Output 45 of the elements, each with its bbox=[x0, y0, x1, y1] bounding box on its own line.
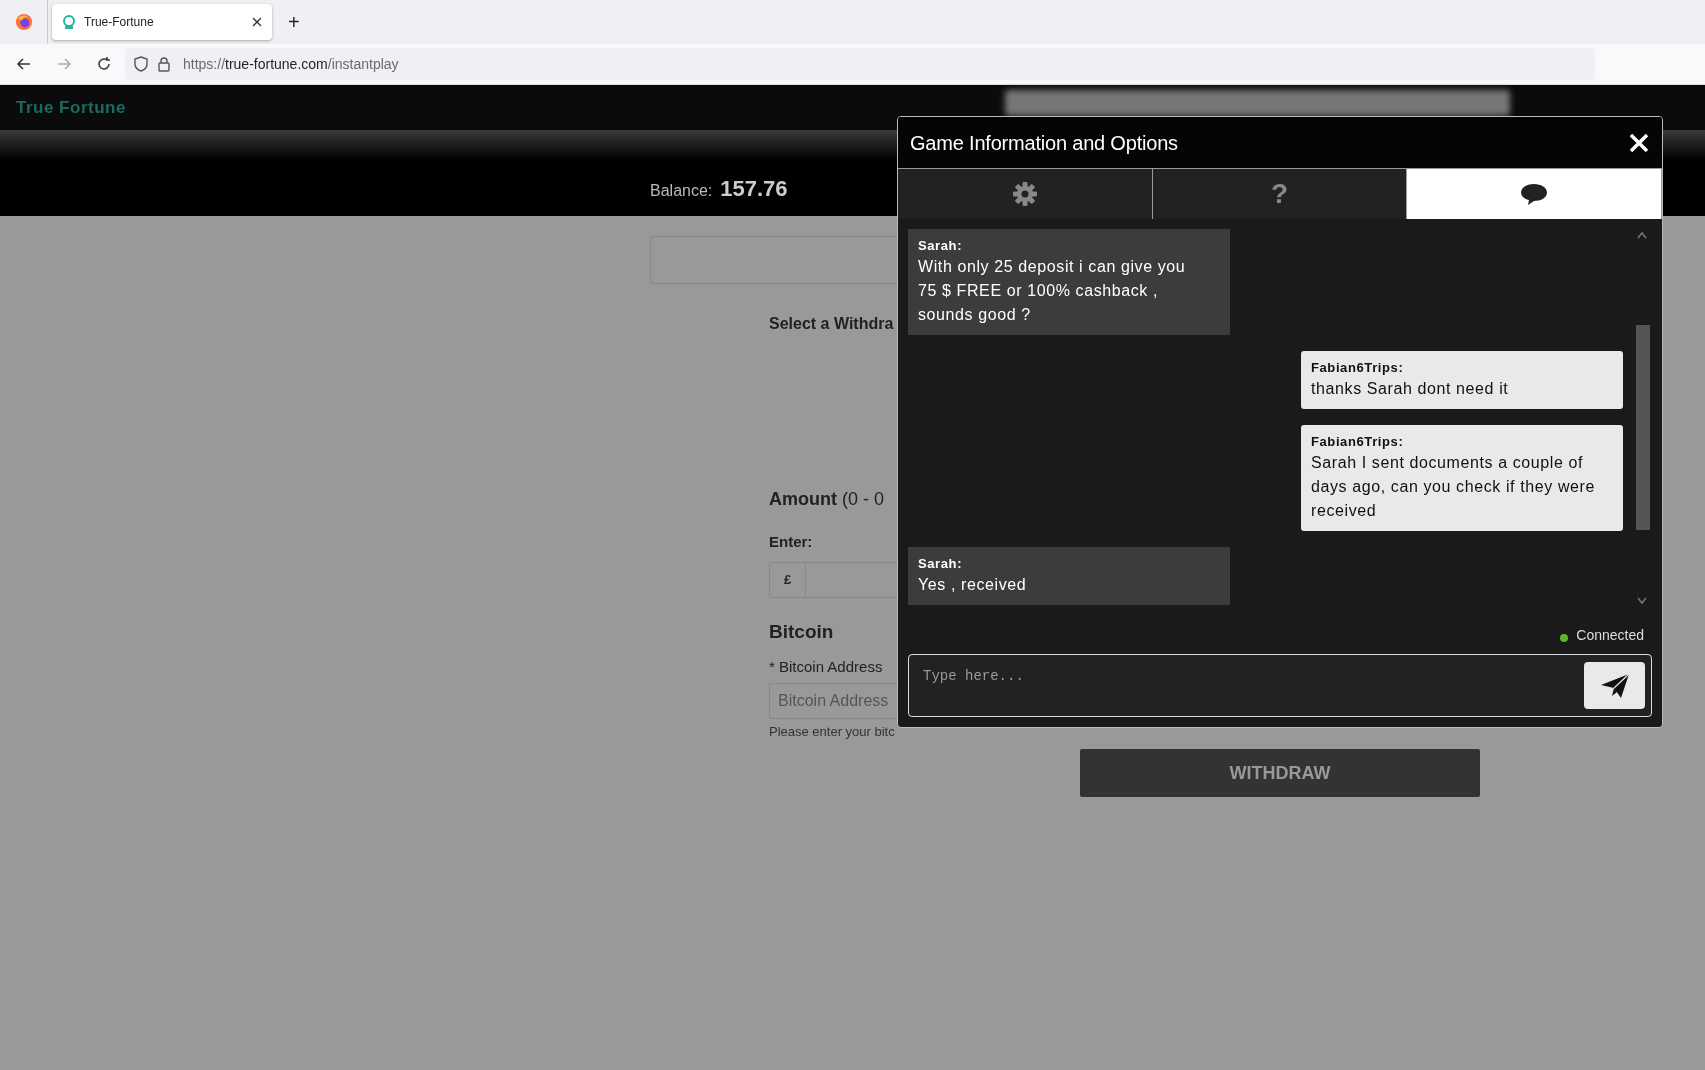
amount-field[interactable]: £ bbox=[769, 561, 897, 598]
method-title: Bitcoin bbox=[769, 619, 834, 644]
chat-tab[interactable] bbox=[1407, 169, 1662, 219]
settings-tab[interactable] bbox=[898, 169, 1153, 219]
message-text: Yes , received bbox=[918, 575, 1028, 595]
balance-value: 157.76 bbox=[720, 174, 788, 203]
help-tab[interactable]: ? bbox=[1152, 169, 1408, 219]
sender-name: Fabian6Trips: bbox=[1311, 359, 1405, 377]
sender-name: Fabian6Trips: bbox=[1311, 433, 1405, 451]
settings-icon bbox=[1011, 181, 1038, 207]
paper-plane-icon bbox=[1599, 672, 1630, 699]
browser-tab[interactable]: True-Fortune bbox=[52, 4, 272, 40]
site-favicon-icon bbox=[62, 14, 76, 30]
connection-status: Connected bbox=[1576, 626, 1644, 645]
balance-label: Balance: bbox=[650, 180, 713, 201]
amount-label: Amount (0 - 0 bbox=[769, 488, 884, 511]
message-text: thanks Sarah dont need it bbox=[1311, 379, 1510, 399]
send-button[interactable] bbox=[1584, 662, 1645, 709]
message-text: With only 25 deposit i can give you 75 $ FREE or 100% cashback , sounds good ? bbox=[918, 257, 1187, 325]
speech-bubble-icon bbox=[1520, 182, 1549, 206]
address-field[interactable]: Bitcoin Address bbox=[769, 682, 897, 719]
site-logo[interactable]: True Fortune bbox=[16, 94, 126, 121]
modal-title: Game Information and Options bbox=[910, 130, 1178, 156]
scroll-up-icon[interactable] bbox=[1636, 231, 1648, 239]
lock-icon bbox=[157, 56, 171, 72]
help-text: Please enter your bitc bbox=[769, 722, 895, 741]
browser-logo-icon bbox=[14, 13, 33, 31]
section-heading: Select a Withdra bbox=[769, 314, 894, 334]
new-tab-button[interactable]: + bbox=[288, 0, 300, 44]
withdraw-button[interactable]: WITHDRAW bbox=[1080, 749, 1480, 797]
address-bar-url[interactable]: https://true-fortune.com/instantplay bbox=[183, 53, 399, 75]
enter-label: Enter: bbox=[769, 532, 813, 552]
sender-name: Sarah: bbox=[918, 555, 964, 573]
back-icon[interactable] bbox=[16, 56, 32, 72]
scrollbar-thumb[interactable] bbox=[1636, 325, 1650, 530]
shield-icon bbox=[133, 56, 149, 72]
message-input-box[interactable]: Type here... bbox=[908, 654, 1652, 717]
scroll-down-icon[interactable] bbox=[1636, 597, 1648, 605]
message-input[interactable]: Type here... bbox=[921, 665, 1584, 688]
address-label: * Bitcoin Address bbox=[769, 657, 883, 677]
sender-name: Sarah: bbox=[918, 237, 964, 255]
message-text: Sarah I sent documents a couple of days ago, can you check if they were received bbox=[1311, 453, 1596, 521]
close-icon[interactable] bbox=[252, 17, 262, 27]
reload-icon[interactable] bbox=[96, 56, 112, 72]
currency-symbol: £ bbox=[770, 562, 806, 597]
